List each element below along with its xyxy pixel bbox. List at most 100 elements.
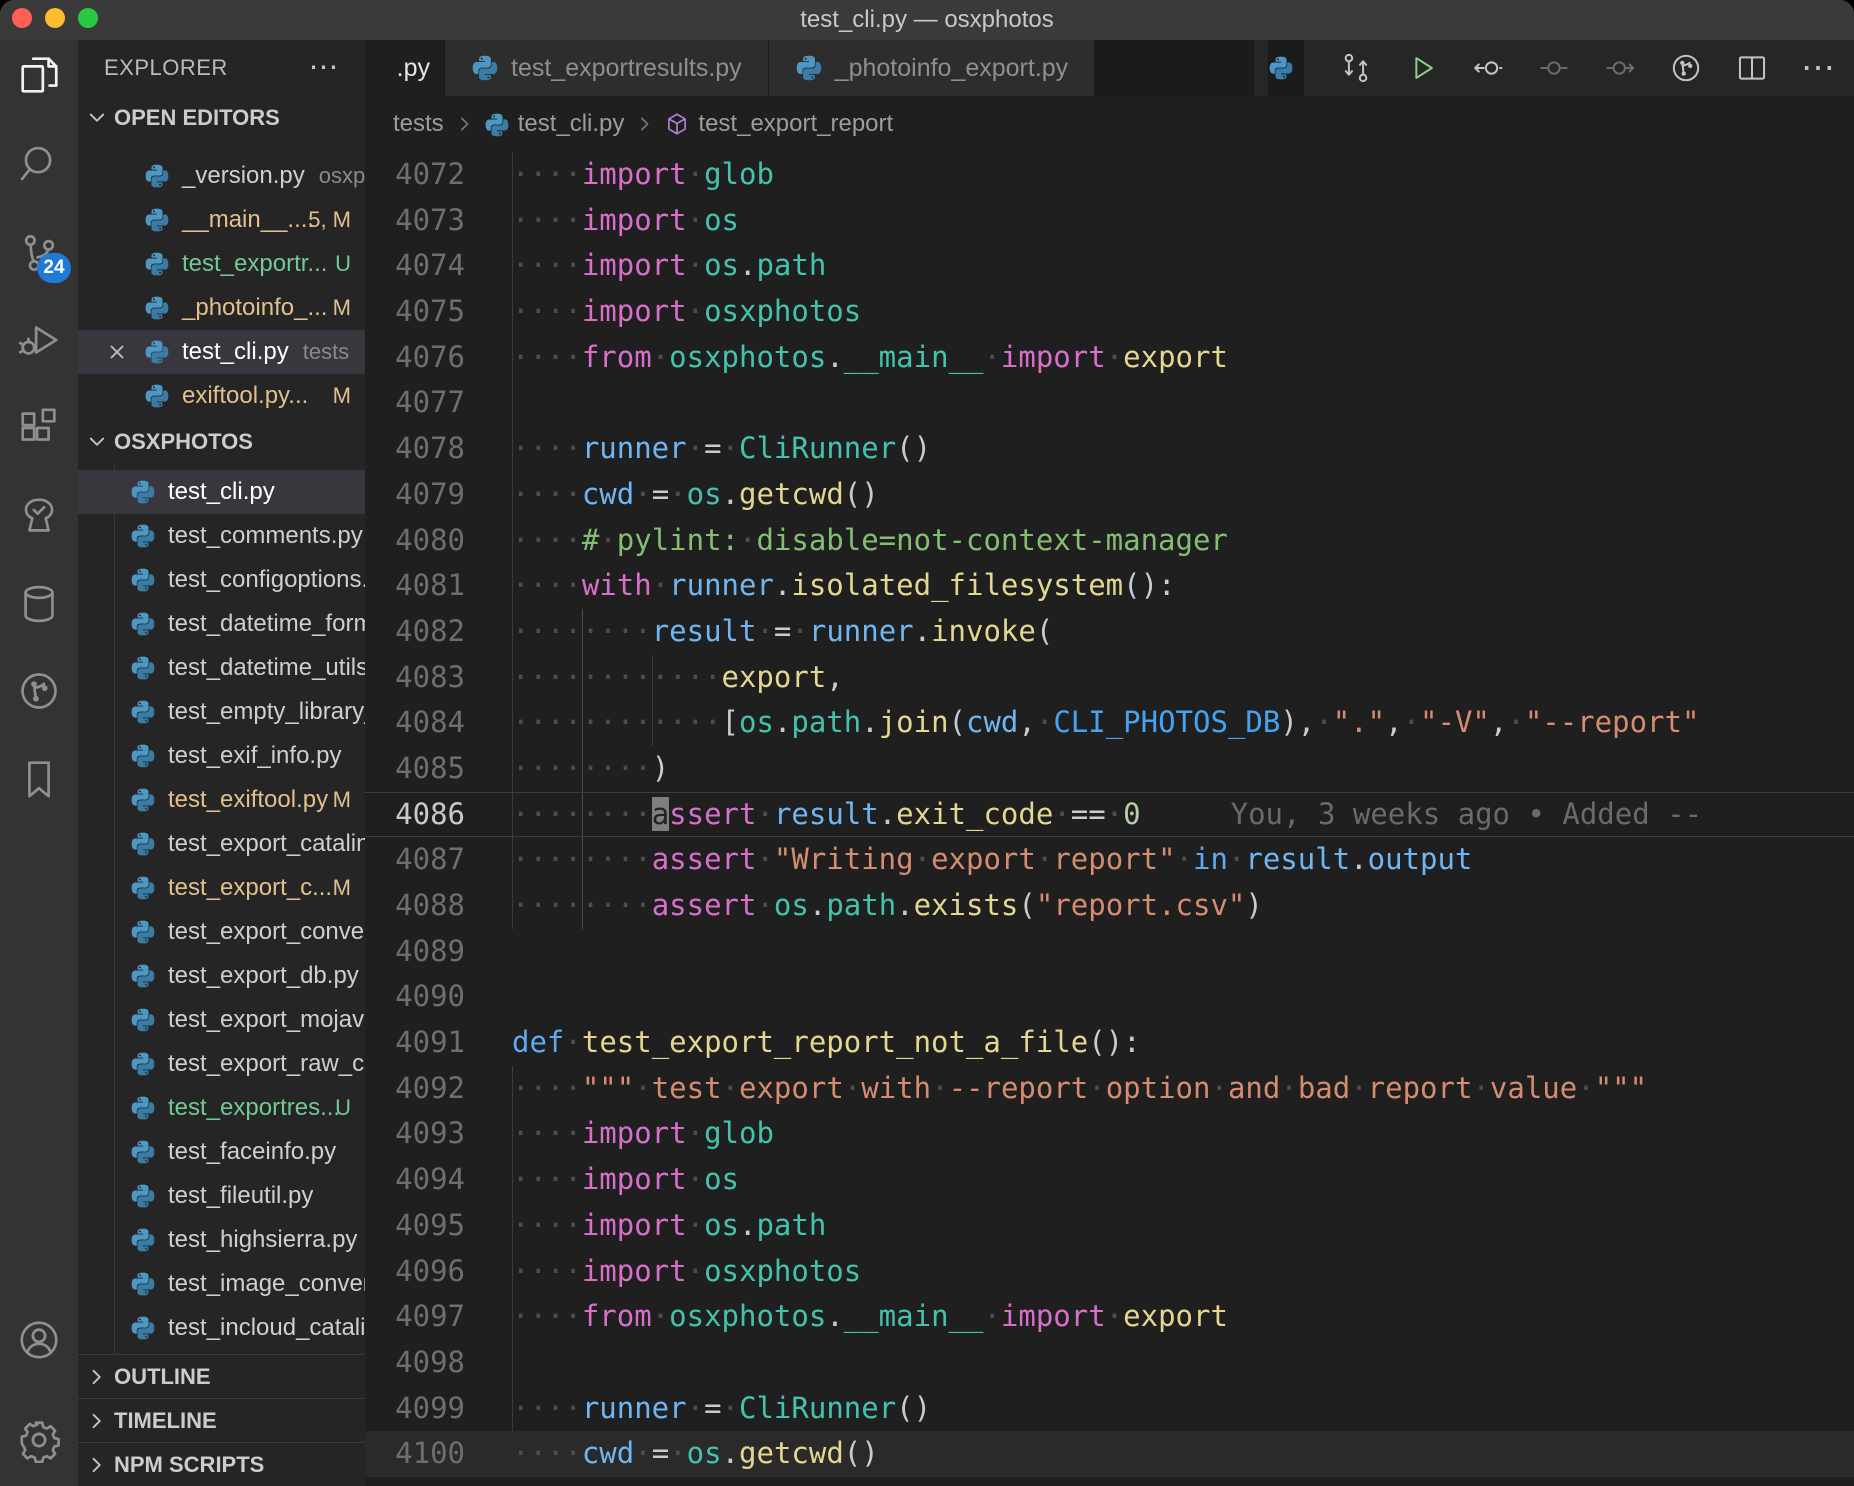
breadcrumb-item[interactable]: test_export_report xyxy=(664,110,893,138)
tab-test-exportresults-py[interactable]: test_exportresults.py xyxy=(445,40,769,96)
open-editor-item[interactable]: _photoinfo_...M xyxy=(78,286,365,330)
line-number[interactable]: 4090 xyxy=(365,974,465,1020)
activity-item-testing[interactable] xyxy=(11,488,67,544)
step-icon[interactable] xyxy=(1536,50,1572,86)
code-line[interactable]: 4099····runner·=·CliRunner() xyxy=(365,1386,1854,1432)
activity-item-explorer[interactable] xyxy=(11,47,67,103)
line-number[interactable]: 4098 xyxy=(365,1340,465,1386)
open-editor-item[interactable]: test_cli.pytests xyxy=(78,330,365,374)
line-number[interactable]: 4077 xyxy=(365,380,465,426)
activity-item-search[interactable] xyxy=(11,135,67,191)
activity-item-source-control[interactable]: 24 xyxy=(11,225,67,281)
line-number[interactable]: 4083 xyxy=(365,655,465,701)
tree-item[interactable]: test_exportres...U xyxy=(78,1086,365,1130)
tree-item[interactable]: test_comments.py xyxy=(78,514,365,558)
close-icon[interactable] xyxy=(106,341,128,363)
line-number[interactable]: 4085 xyxy=(365,746,465,792)
sidebar-section-outline[interactable]: OUTLINE xyxy=(78,1354,365,1398)
reverse-continue-icon[interactable] xyxy=(1470,50,1506,86)
line-number[interactable]: 4089 xyxy=(365,929,465,975)
breadcrumb-item[interactable]: test_cli.py xyxy=(484,110,625,138)
code-line[interactable]: 4079····cwd·=·os.getcwd() xyxy=(365,472,1854,518)
line-number[interactable]: 4092 xyxy=(365,1066,465,1112)
code-line[interactable]: 4076····from·osxphotos.__main__·import·e… xyxy=(365,335,1854,381)
line-number[interactable]: 4091 xyxy=(365,1020,465,1066)
code-line[interactable]: 4089 xyxy=(365,929,1854,975)
python-interpreter-icon[interactable] xyxy=(1268,40,1304,96)
tree-item[interactable]: test_exif_info.py xyxy=(78,734,365,778)
code-line[interactable]: 4081····with·runner.isolated_filesystem(… xyxy=(365,563,1854,609)
sidebar-section-timeline[interactable]: TIMELINE xyxy=(78,1398,365,1442)
code-line[interactable]: 4078····runner·=·CliRunner() xyxy=(365,426,1854,472)
line-number[interactable]: 4079 xyxy=(365,472,465,518)
line-number[interactable]: 4074 xyxy=(365,243,465,289)
line-number[interactable]: 4076 xyxy=(365,335,465,381)
open-editor-item[interactable]: exiftool.py...M xyxy=(78,374,365,418)
line-number[interactable]: 4099 xyxy=(365,1386,465,1432)
project-section-header[interactable]: OSXPHOTOS xyxy=(78,420,365,464)
open-editor-item[interactable]: _version.pyosxp... xyxy=(78,154,365,198)
code-line[interactable]: 4093····import·glob xyxy=(365,1111,1854,1157)
git-graph-icon[interactable] xyxy=(1668,50,1704,86)
tree-item[interactable]: test_empty_library_... xyxy=(78,690,365,734)
code-line[interactable]: 4083············export, xyxy=(365,655,1854,701)
tab--photoinfo-export-py[interactable]: _photoinfo_export.py xyxy=(769,40,1096,96)
code-line[interactable]: 4072····import·glob xyxy=(365,152,1854,198)
line-number[interactable]: 4096 xyxy=(365,1249,465,1295)
code-line[interactable]: 4091def·test_export_report_not_a_file(): xyxy=(365,1020,1854,1066)
line-number[interactable]: 4093 xyxy=(365,1111,465,1157)
line-number[interactable]: 4075 xyxy=(365,289,465,335)
activity-item-bookmarks[interactable] xyxy=(11,751,67,807)
split-editor-icon[interactable] xyxy=(1734,50,1770,86)
code-line[interactable]: 4100····cwd·=·os.getcwd() xyxy=(365,1431,1854,1477)
tree-item[interactable]: test_fileutil.py xyxy=(78,1174,365,1218)
tree-item[interactable]: test_export_mojave... xyxy=(78,998,365,1042)
continue-icon[interactable] xyxy=(1602,50,1638,86)
line-number[interactable]: 4072 xyxy=(365,152,465,198)
activity-item-extensions[interactable] xyxy=(11,400,67,456)
sidebar-section-npm-scripts[interactable]: NPM SCRIPTS xyxy=(78,1442,365,1486)
tree-item[interactable]: test_faceinfo.py xyxy=(78,1130,365,1174)
line-number[interactable]: 4081 xyxy=(365,563,465,609)
tree-item[interactable]: test_datetime_form... xyxy=(78,602,365,646)
activity-item-database[interactable] xyxy=(11,576,67,632)
code-line[interactable]: 4088········assert·os.path.exists("repor… xyxy=(365,883,1854,929)
line-number[interactable]: 4073 xyxy=(365,198,465,244)
tree-item[interactable]: test_configoptions.... xyxy=(78,558,365,602)
code-line[interactable]: 4075····import·osxphotos xyxy=(365,289,1854,335)
tree-item[interactable]: test_export_c...M xyxy=(78,866,365,910)
code-line[interactable]: 4084············[os.path.join(cwd,·CLI_P… xyxy=(365,700,1854,746)
line-number[interactable]: 4078 xyxy=(365,426,465,472)
open-editor-item[interactable]: test_exportr...U xyxy=(78,242,365,286)
line-number[interactable]: 4080 xyxy=(365,518,465,564)
line-number[interactable]: 4094 xyxy=(365,1157,465,1203)
activity-item-git-graph[interactable] xyxy=(11,663,67,719)
line-number[interactable]: 4095 xyxy=(365,1203,465,1249)
tree-item[interactable]: test_image_convert... xyxy=(78,1262,365,1306)
more-actions-icon[interactable]: ⋯ xyxy=(1800,50,1836,86)
code-line[interactable]: 4080····#·pylint:·disable=not-context-ma… xyxy=(365,518,1854,564)
code-editor[interactable]: 4072····import·glob4073····import·os4074… xyxy=(365,152,1854,1486)
tree-item[interactable]: test_export_conver... xyxy=(78,910,365,954)
code-line[interactable]: 4074····import·os.path xyxy=(365,243,1854,289)
line-number[interactable]: 4088 xyxy=(365,883,465,929)
code-line[interactable]: 4098 xyxy=(365,1340,1854,1386)
code-line[interactable]: 4086········assert·result.exit_code·==·0… xyxy=(365,792,1854,838)
sidebar-more-actions-icon[interactable]: ⋯ xyxy=(309,58,340,78)
code-line[interactable]: 4092····"""·test·export·with·--report·op… xyxy=(365,1066,1854,1112)
code-line[interactable]: 4090 xyxy=(365,974,1854,1020)
code-line[interactable]: 4097····from·osxphotos.__main__·import·e… xyxy=(365,1294,1854,1340)
code-line[interactable]: 4095····import·os.path xyxy=(365,1203,1854,1249)
line-number[interactable]: 4086 xyxy=(365,792,465,838)
line-number[interactable]: 4097 xyxy=(365,1294,465,1340)
tree-item[interactable]: test_export_catalin... xyxy=(78,822,365,866)
line-number[interactable]: 4084 xyxy=(365,700,465,746)
tree-item[interactable]: test_incloud_catali... xyxy=(78,1306,365,1350)
line-number[interactable]: 4100 xyxy=(365,1431,465,1477)
code-line[interactable]: 4073····import·os xyxy=(365,198,1854,244)
code-line[interactable]: 4087········assert·"Writing·export·repor… xyxy=(365,837,1854,883)
breadcrumb-item[interactable]: tests xyxy=(393,110,444,138)
activity-item-settings[interactable] xyxy=(11,1412,67,1468)
open-editor-item[interactable]: __main__....5, M xyxy=(78,198,365,242)
code-line[interactable]: 4096····import·osxphotos xyxy=(365,1249,1854,1295)
